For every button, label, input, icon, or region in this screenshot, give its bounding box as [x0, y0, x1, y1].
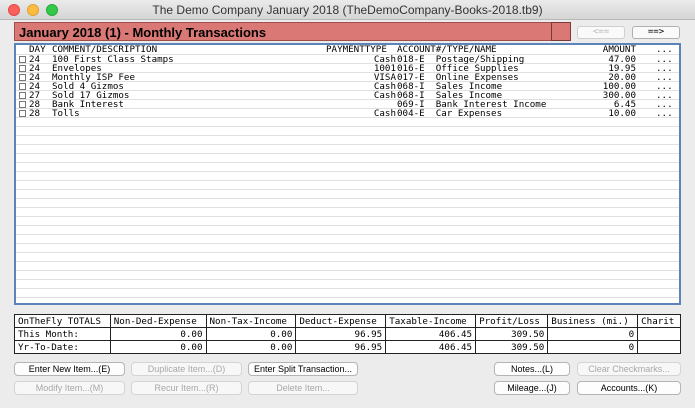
- row-checkbox[interactable]: [19, 65, 26, 72]
- totals-cell: 0.00: [109, 327, 207, 341]
- totals-this-month-row: This Month: 0.00 0.00 96.95 406.45 309.5…: [14, 327, 681, 341]
- empty-row[interactable]: [16, 208, 679, 217]
- table-row[interactable]: 24 100 First Class Stamps Cash 018-E Pos…: [16, 55, 679, 64]
- totals-header: Business (mi.): [547, 314, 639, 328]
- row-checkbox[interactable]: [19, 56, 26, 63]
- recur-item-button[interactable]: Recur Item...(R): [131, 381, 242, 395]
- totals-cell: 0.00: [109, 340, 207, 354]
- empty-row[interactable]: [16, 217, 679, 226]
- mileage-button[interactable]: Mileage...(J): [494, 381, 570, 395]
- month-header: January 2018 (1) - Monthly Transactions: [14, 22, 571, 41]
- totals-cell: 406.45: [385, 340, 477, 354]
- empty-row[interactable]: [16, 226, 679, 235]
- totals-table: OnTheFly TOTALS Non-Ded-Expense Non-Tax-…: [14, 314, 681, 354]
- totals-cell: 309.50: [475, 327, 549, 341]
- window-titlebar: The Demo Company January 2018 (TheDemoCo…: [0, 0, 695, 20]
- window-title: The Demo Company January 2018 (TheDemoCo…: [152, 3, 543, 17]
- enter-split-transaction-button[interactable]: Enter Split Transaction...: [248, 362, 358, 376]
- notes-button[interactable]: Notes...(L): [494, 362, 570, 376]
- totals-row-label: This Month:: [14, 327, 111, 341]
- totals-cell: 0: [547, 340, 639, 354]
- totals-cell: 406.45: [385, 327, 477, 341]
- totals-cell: 0: [547, 327, 639, 341]
- empty-row[interactable]: [16, 190, 679, 199]
- accounts-button[interactable]: Accounts...(K): [577, 381, 681, 395]
- empty-row[interactable]: [16, 145, 679, 154]
- empty-row[interactable]: [16, 127, 679, 136]
- empty-row[interactable]: [16, 172, 679, 181]
- totals-header-row: OnTheFly TOTALS Non-Ded-Expense Non-Tax-…: [14, 314, 681, 328]
- empty-row[interactable]: [16, 244, 679, 253]
- duplicate-item-button[interactable]: Duplicate Item...(D): [131, 362, 242, 376]
- page-title: January 2018 (1) - Monthly Transactions: [19, 25, 267, 40]
- totals-cell: 96.95: [295, 327, 387, 341]
- row-account: 004-E Car Expenses: [397, 108, 503, 119]
- row-day: 28: [29, 108, 41, 119]
- empty-row[interactable]: [16, 154, 679, 163]
- totals-cell: 309.50: [475, 340, 549, 354]
- delete-item-button[interactable]: Delete Item...: [248, 381, 358, 395]
- totals-header: Profit/Loss: [475, 314, 549, 328]
- empty-row[interactable]: [16, 289, 679, 298]
- row-amount: 10.00: [608, 108, 636, 119]
- modify-item-button[interactable]: Modify Item...(M): [14, 381, 125, 395]
- totals-ytd-row: Yr-To-Date: 0.00 0.00 96.95 406.45 309.5…: [14, 340, 681, 354]
- table-row[interactable]: 28 Bank Interest 069-I Bank Interest Inc…: [16, 100, 679, 109]
- row-payment-type: Cash: [373, 108, 396, 119]
- row-checkbox[interactable]: [19, 110, 26, 117]
- totals-cell: 0.00: [205, 340, 297, 354]
- empty-row[interactable]: [16, 253, 679, 262]
- header-color-swatch[interactable]: [551, 22, 571, 41]
- empty-row[interactable]: [16, 181, 679, 190]
- empty-row[interactable]: [16, 271, 679, 280]
- empty-row[interactable]: [16, 199, 679, 208]
- transaction-list[interactable]: DAY COMMENT/DESCRIPTION PAYMENTTYPE ACCO…: [14, 43, 681, 305]
- row-payment-type: Cash: [373, 90, 396, 101]
- previous-month-button[interactable]: <==: [577, 26, 625, 39]
- row-more-button[interactable]: ...: [656, 109, 673, 118]
- totals-cell: [637, 340, 681, 354]
- totals-header: Deduct-Expense: [295, 314, 387, 328]
- totals-header: Charit: [637, 314, 681, 328]
- totals-cell: 0.00: [205, 327, 297, 341]
- totals-row-label: Yr-To-Date:: [14, 340, 111, 354]
- totals-header: Non-Ded-Expense: [109, 314, 207, 328]
- empty-row[interactable]: [16, 262, 679, 271]
- row-checkbox[interactable]: [19, 83, 26, 90]
- row-checkbox[interactable]: [19, 92, 26, 99]
- row-checkbox[interactable]: [19, 101, 26, 108]
- next-month-button[interactable]: ==>: [632, 26, 680, 39]
- row-checkbox[interactable]: [19, 74, 26, 81]
- totals-cell: 96.95: [295, 340, 387, 354]
- enter-new-item-button[interactable]: Enter New Item...(E): [14, 362, 125, 376]
- empty-row[interactable]: [16, 163, 679, 172]
- empty-row[interactable]: [16, 118, 679, 127]
- totals-header: Taxable-Income: [385, 314, 477, 328]
- row-description: Tolls: [52, 108, 80, 119]
- table-row[interactable]: 28 Tolls Cash 004-E Car Expenses 10.00 .…: [16, 109, 679, 118]
- empty-row[interactable]: [16, 235, 679, 244]
- totals-header: OnTheFly TOTALS: [14, 314, 111, 328]
- totals-cell: [637, 327, 681, 341]
- empty-row[interactable]: [16, 280, 679, 289]
- empty-row[interactable]: [16, 136, 679, 145]
- totals-header: Non-Tax-Income: [205, 314, 297, 328]
- empty-rows: [16, 118, 679, 298]
- clear-checkmarks-button[interactable]: Clear Checkmarks...: [577, 362, 681, 376]
